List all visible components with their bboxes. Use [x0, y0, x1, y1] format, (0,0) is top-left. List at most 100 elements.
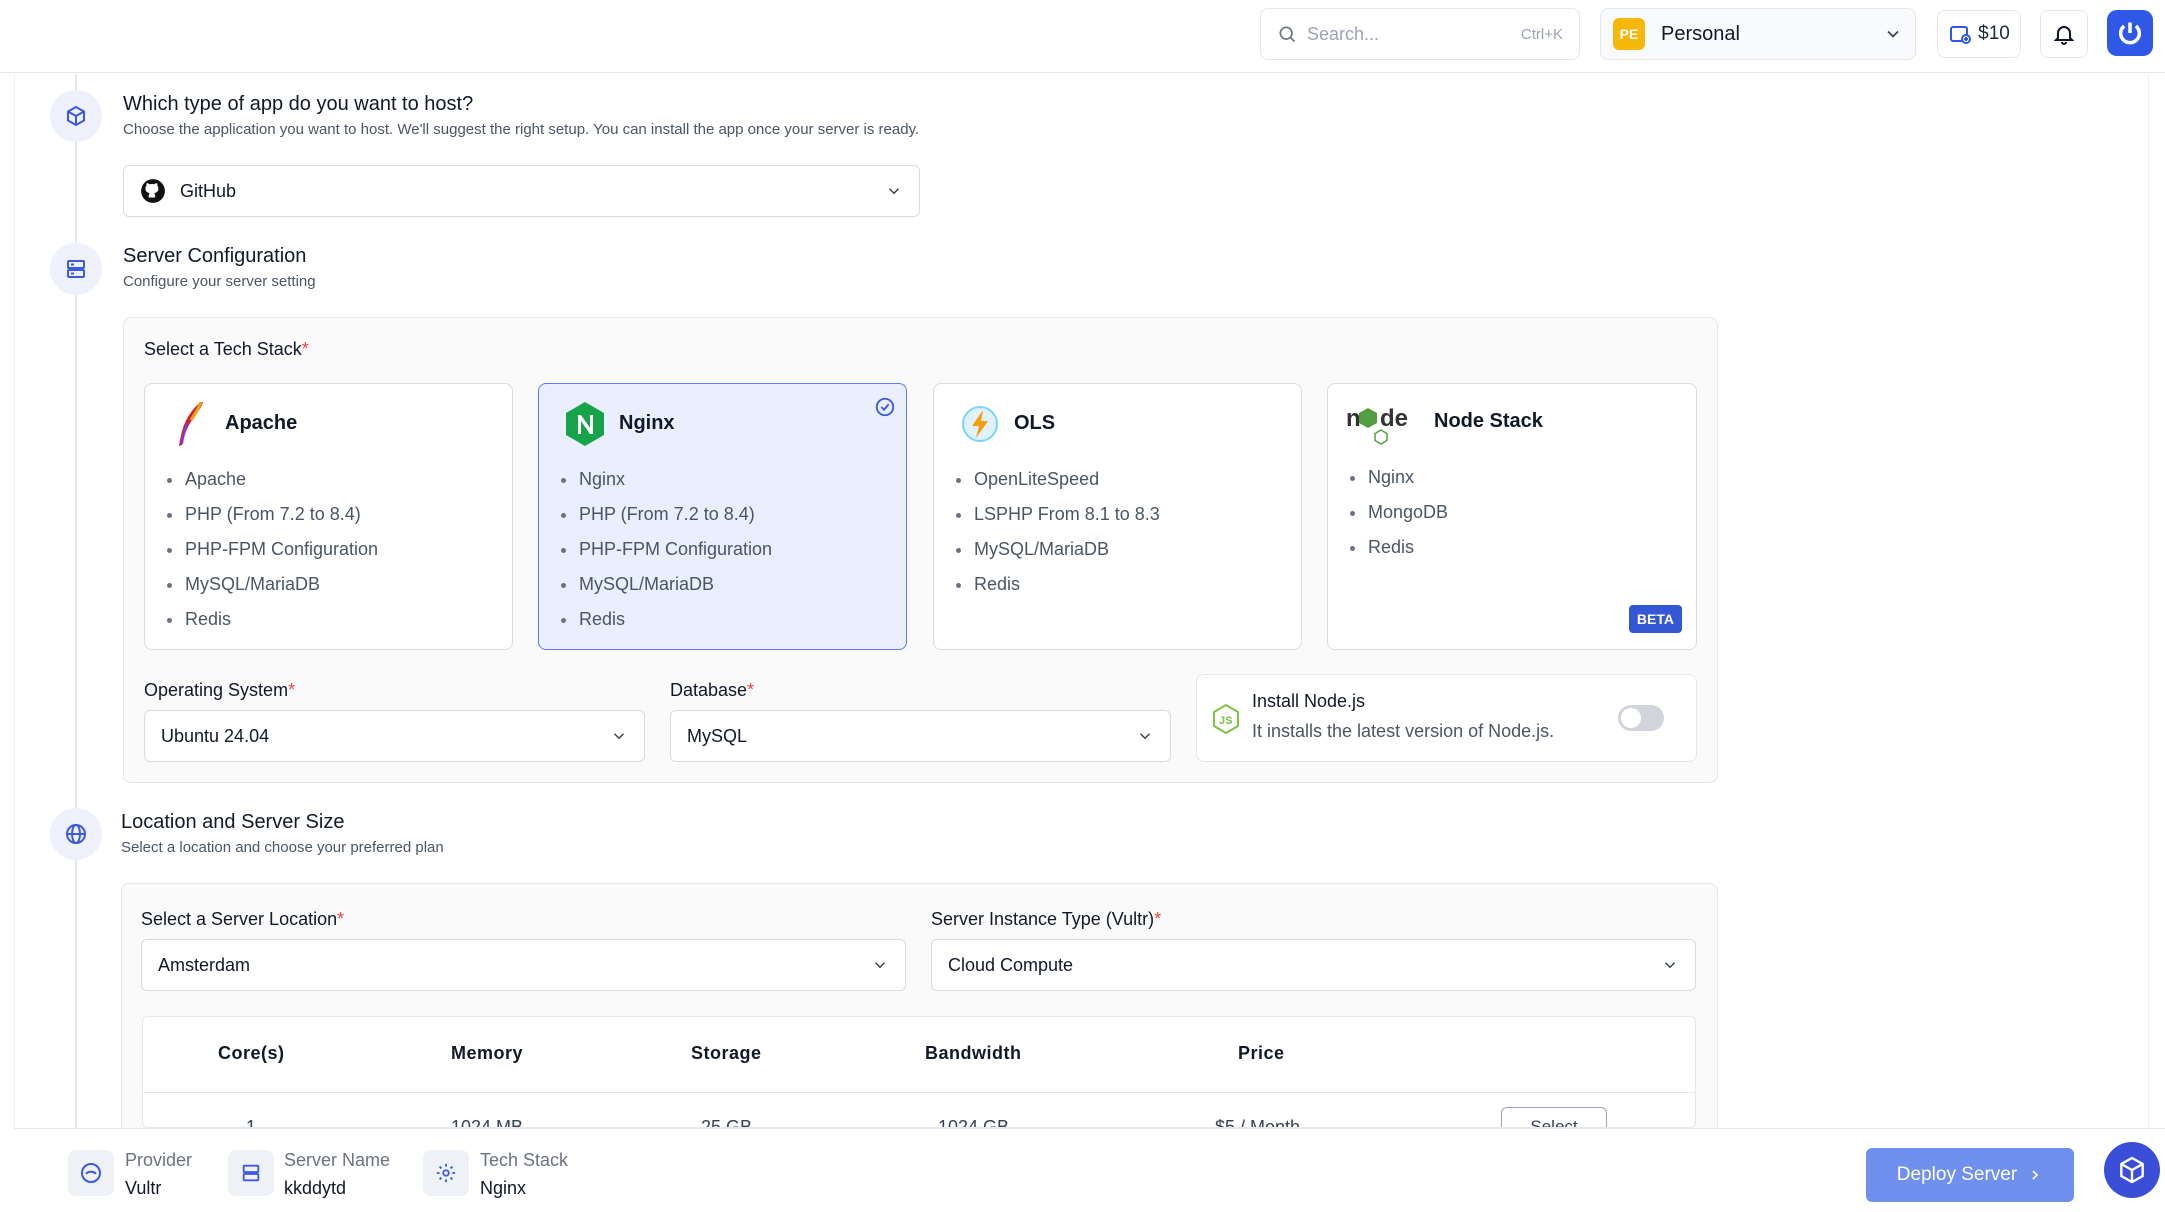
stack-title: Node Stack — [1434, 410, 1543, 432]
nodejs-hex-icon: JS — [1213, 703, 1239, 735]
chevron-down-icon — [1887, 30, 1899, 38]
server-config-title: Server Configuration — [123, 245, 307, 267]
chevron-down-icon — [1664, 962, 1676, 969]
stack-feature: PHP (From 7.2 to 8.4) — [166, 497, 378, 532]
stack-feature: MySQL/MariaDB — [166, 567, 378, 602]
stack-title: OLS — [1014, 412, 1056, 434]
credit-amount: $10 — [1978, 23, 2010, 44]
stack-card-nginx[interactable]: Nginx Nginx PHP (From 7.2 to 8.4) PHP-FP… — [538, 383, 907, 650]
database-label: Database* — [670, 680, 755, 700]
location-title: Location and Server Size — [121, 811, 345, 833]
plan-table: Core(s) Memory Storage Bandwidth Price 1… — [142, 1016, 1696, 1128]
plan-table-header: Core(s) Memory Storage Bandwidth Price — [143, 1017, 1695, 1093]
database-select[interactable]: MySQL — [670, 710, 1171, 762]
instance-type-select[interactable]: Cloud Compute — [931, 939, 1696, 991]
app-type-value: GitHub — [180, 180, 237, 201]
stack-title: Nginx — [619, 412, 675, 434]
stack-feature: Apache — [166, 462, 378, 497]
location-value: Amsterdam — [158, 954, 251, 975]
stack-feature: LSPHP From 8.1 to 8.3 — [956, 497, 1160, 532]
column-header: Storage — [691, 1043, 762, 1063]
chevron-down-icon — [613, 733, 625, 740]
location-label: Select a Server Location* — [141, 909, 345, 929]
column-header: Core(s) — [218, 1043, 285, 1063]
stack-feature: Redis — [166, 602, 378, 637]
column-header: Bandwidth — [925, 1043, 1022, 1063]
select-plan-button[interactable]: Select — [1501, 1107, 1607, 1127]
stack-card-apache[interactable]: Apache Apache PHP (From 7.2 to 8.4) PHP-… — [144, 383, 513, 650]
tech-stack-footer-label: Tech Stack — [480, 1150, 569, 1170]
svg-text:de: de — [1380, 405, 1408, 432]
chevron-right-icon — [2032, 1170, 2039, 1180]
cell-storage: 25 GB — [701, 1117, 753, 1128]
server-name-label: Server Name — [284, 1150, 391, 1170]
server-config-subtitle: Configure your server setting — [123, 273, 316, 290]
step-location-icon — [50, 808, 102, 860]
column-header: Price — [1238, 1043, 1285, 1063]
search-bar[interactable]: Search... Ctrl+K — [1260, 8, 1580, 60]
chevron-down-icon — [888, 188, 900, 195]
app-type-select[interactable]: GitHub — [123, 165, 920, 217]
location-subtitle: Select a location and choose your prefer… — [121, 839, 444, 856]
provider-icon — [68, 1150, 114, 1196]
os-select[interactable]: Ubuntu 24.04 — [144, 710, 645, 762]
stack-features: Nginx MongoDB Redis — [1349, 460, 1448, 565]
provider-label: Provider — [125, 1150, 193, 1170]
stack-feature: Nginx — [1349, 460, 1448, 495]
help-widget-button[interactable] — [2104, 1142, 2160, 1198]
cell-memory: 1024 MB — [451, 1117, 524, 1128]
stack-card-ols[interactable]: OLS OpenLiteSpeed LSPHP From 8.1 to 8.3 … — [933, 383, 1302, 650]
app-type-title: Which type of app do you want to host? — [123, 93, 474, 115]
stack-feature: MySQL/MariaDB — [956, 532, 1160, 567]
stack-feature: Nginx — [560, 462, 772, 497]
apache-feather-icon — [167, 400, 215, 448]
tech-stack-footer-value: Nginx — [480, 1178, 527, 1198]
beta-badge: BETA — [1628, 605, 1682, 633]
account-button[interactable] — [2107, 10, 2153, 56]
instance-type-value: Cloud Compute — [948, 954, 1074, 975]
power-icon — [2118, 22, 2142, 45]
workspace-name: Personal — [1661, 22, 1740, 45]
nginx-logo-icon — [561, 400, 609, 448]
ols-lightning-icon — [956, 400, 1004, 448]
credit-button[interactable]: $10 — [1937, 10, 2021, 58]
notifications-button[interactable] — [2040, 10, 2088, 58]
stack-feature: OpenLiteSpeed — [956, 462, 1160, 497]
stack-title: Apache — [225, 412, 298, 434]
cube-icon — [67, 105, 85, 127]
stack-card-node[interactable]: n de Node Stack Nginx MongoDB Redis BETA — [1327, 383, 1697, 650]
step-server-icon — [50, 243, 102, 295]
nodejs-logo-icon: n de — [1346, 400, 1416, 448]
stack-feature: MySQL/MariaDB — [560, 567, 772, 602]
stack-features: OpenLiteSpeed LSPHP From 8.1 to 8.3 MySQ… — [956, 462, 1160, 602]
install-nodejs-toggle[interactable] — [1618, 705, 1664, 731]
wallet-icon — [1950, 26, 1972, 44]
svg-text:n: n — [1346, 405, 1361, 432]
instance-type-label: Server Instance Type (Vultr)* — [931, 909, 1162, 929]
tech-stack-label: Select a Tech Stack* — [144, 339, 309, 359]
server-icon — [67, 260, 85, 278]
deploy-server-button[interactable]: Deploy Server — [1866, 1148, 2074, 1202]
workspace-selector[interactable]: PE Personal — [1600, 8, 1916, 60]
stack-feature: Redis — [1349, 530, 1448, 565]
cell-bandwidth: 1024 GB — [938, 1117, 1010, 1128]
bell-icon — [2053, 26, 2075, 45]
search-placeholder: Search... — [1307, 23, 1380, 44]
stack-feature: PHP (From 7.2 to 8.4) — [560, 497, 772, 532]
install-nodejs-title: Install Node.js — [1252, 691, 1366, 711]
github-icon — [141, 179, 165, 203]
svg-text:JS: JS — [1219, 715, 1232, 727]
database-value: MySQL — [687, 725, 748, 746]
chevron-down-icon — [874, 962, 886, 969]
stack-feature: MongoDB — [1349, 495, 1448, 530]
location-select[interactable]: Amsterdam — [141, 939, 906, 991]
column-header: Memory — [451, 1043, 524, 1063]
step-app-icon — [50, 90, 102, 142]
provider-value: Vultr — [125, 1178, 162, 1198]
os-label: Operating System* — [144, 680, 296, 700]
globe-icon — [66, 824, 86, 844]
server-name-value: kkddytd — [284, 1178, 347, 1198]
stack-feature: Redis — [560, 602, 772, 637]
deploy-label: Deploy Server — [1896, 1164, 2018, 1185]
box-icon — [2120, 1156, 2144, 1184]
